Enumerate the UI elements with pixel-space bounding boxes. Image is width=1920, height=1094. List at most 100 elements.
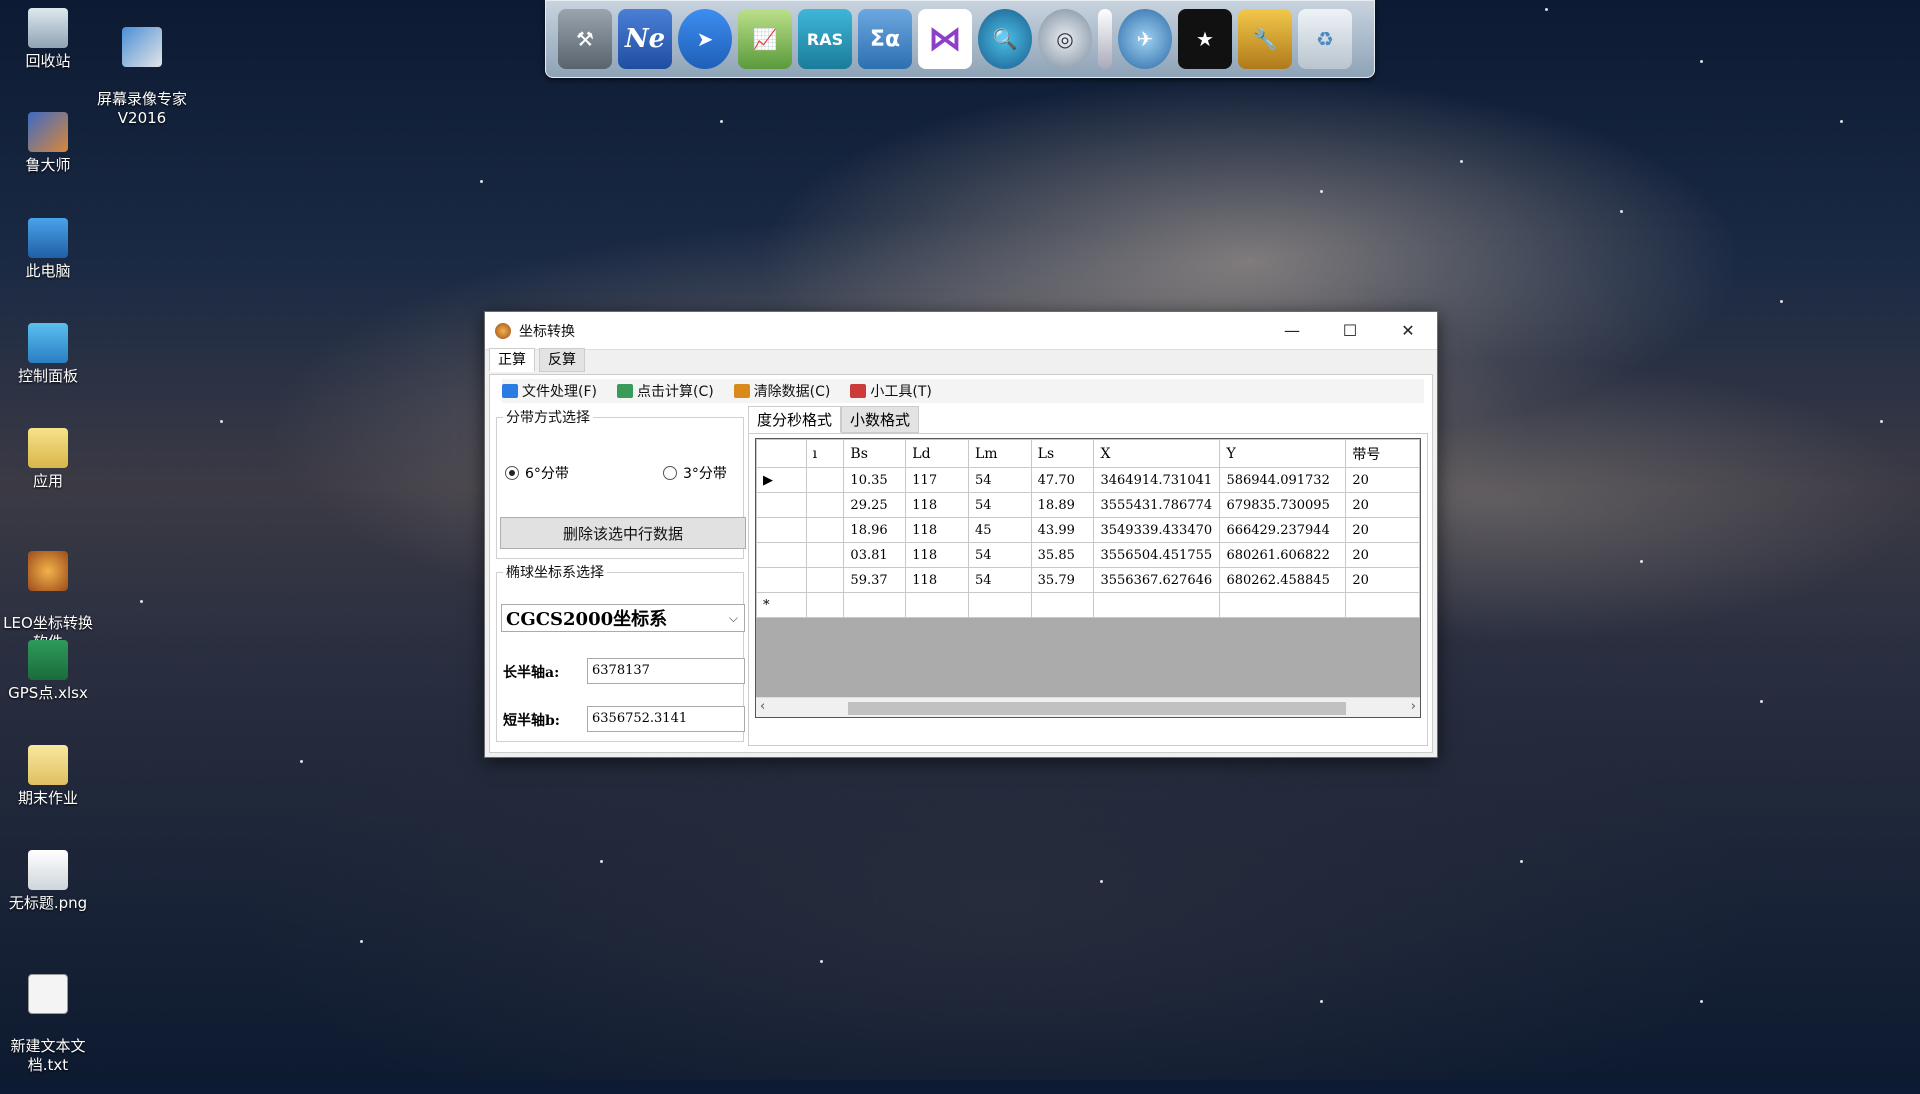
row-header[interactable] [756,517,807,543]
table-cell[interactable] [1093,592,1221,618]
radio-6-degree[interactable]: 6°分带 [505,463,569,483]
table-cell[interactable] [805,467,845,493]
table-cell[interactable]: 680262.458845 [1219,567,1347,593]
desktop-icon-screen-recorder[interactable]: 屏幕录像专家 V2016 [94,8,190,147]
table-cell[interactable]: 3556367.627646 [1093,567,1221,593]
table-cell[interactable] [905,592,969,618]
wrench-icon[interactable]: 🔧 [1238,9,1292,69]
desktop-icon-apps[interactable]: 应用 [0,428,96,491]
delete-selected-row-button[interactable]: 删除该选中行数据 [500,517,746,549]
column-header[interactable]: ı [805,439,845,468]
table-row[interactable]: 59.37 118 54 35.79 3556367.627646 680262… [756,567,1420,593]
desktop-icon-this-pc[interactable]: 此电脑 [0,218,96,281]
table-cell[interactable]: 18.96 [843,517,907,543]
table-cell[interactable] [967,592,1032,618]
desktop-icon-ludashi[interactable]: 鲁大师 [0,112,96,175]
network-icon[interactable]: ✈ [1118,9,1172,69]
tools-icon[interactable]: ⚒ [558,9,612,69]
ras-icon[interactable]: RAS [798,9,852,69]
table-cell[interactable]: 59.37 [843,567,907,593]
table-row[interactable]: 18.96 118 45 43.99 3549339.433470 666429… [756,517,1420,543]
table-cell[interactable] [805,492,845,518]
table-cell[interactable]: 680261.606822 [1219,542,1347,568]
table-cell[interactable] [1345,592,1420,618]
table-cell[interactable]: 43.99 [1030,517,1095,543]
table-cell[interactable]: 586944.091732 [1219,467,1347,493]
table-cell[interactable]: 10.35 [843,467,907,493]
table-cell[interactable]: 20 [1345,467,1420,493]
file-process-button[interactable]: 文件处理(F) [502,381,597,401]
column-header[interactable]: 带号 [1345,439,1420,468]
table-row[interactable]: 29.25 118 54 18.89 3555431.786774 679835… [756,492,1420,518]
table-cell[interactable]: 45 [967,517,1032,543]
ne-icon[interactable]: Ne [618,9,672,69]
table-cell[interactable]: 18.89 [1030,492,1095,518]
radio-3-degree[interactable]: 3°分带 [663,463,727,483]
table-cell[interactable]: 20 [1345,492,1420,518]
table-cell[interactable]: 117 [905,467,969,493]
desktop-icon-gps-xlsx[interactable]: GPS点.xlsx [0,640,96,703]
table-cell[interactable] [1030,592,1095,618]
table-cell[interactable]: 54 [967,542,1032,568]
maximize-button[interactable]: ☐ [1321,312,1379,350]
sigma-icon[interactable]: Σα [858,9,912,69]
table-cell[interactable]: 47.70 [1030,467,1095,493]
table-cell[interactable]: 3556504.451755 [1093,542,1221,568]
semi-major-input[interactable]: 6378137 [587,658,745,684]
table-cell[interactable]: 20 [1345,517,1420,543]
tools-button[interactable]: 小工具(T) [850,381,932,401]
column-header[interactable]: Ld [905,439,969,468]
globe-icon[interactable]: ◎ [1038,9,1092,69]
column-header[interactable]: X [1093,439,1221,468]
tab-dms-format[interactable]: 度分秒格式 [748,406,842,433]
chart-icon[interactable]: 📈 [738,9,792,69]
scrollbar-thumb[interactable] [848,702,1346,715]
table-cell[interactable] [805,592,845,618]
desktop-icon-untitled-png[interactable]: 无标题.png [0,850,96,913]
desktop-icon-new-text[interactable]: 新建文本文 档.txt [0,955,96,1094]
table-cell[interactable]: 118 [905,517,969,543]
table-cell[interactable]: 666429.237944 [1219,517,1347,543]
table-cell[interactable]: 679835.730095 [1219,492,1347,518]
table-cell[interactable] [1219,592,1347,618]
table-cell[interactable]: 54 [967,567,1032,593]
title-bar[interactable]: 坐标转换 — ☐ ✕ [485,312,1437,350]
table-cell[interactable]: 03.81 [843,542,907,568]
desktop-icon-final-homework[interactable]: 期末作业 [0,745,96,808]
table-cell[interactable]: 29.25 [843,492,907,518]
table-cell[interactable]: 118 [905,542,969,568]
visual-studio-icon[interactable]: ⋈ [918,9,972,69]
scroll-left-icon[interactable]: ‹ [760,699,765,714]
clear-data-button[interactable]: 清除数据(C) [733,381,830,401]
table-cell[interactable] [805,542,845,568]
table-cell[interactable]: 35.85 [1030,542,1095,568]
tab-inverse[interactable]: 反算 [539,348,585,372]
minimize-button[interactable]: — [1263,312,1321,350]
column-header[interactable]: Lm [967,439,1032,468]
recycle-icon[interactable]: ♻ [1298,9,1352,69]
calculate-button[interactable]: 点击计算(C) [616,381,714,401]
column-header[interactable]: Ls [1030,439,1095,468]
tab-decimal-format[interactable]: 小数格式 [841,406,920,433]
tab-forward[interactable]: 正算 [489,348,535,372]
magnifier-globe-icon[interactable]: 🔍 [978,9,1032,69]
table-cell[interactable]: 118 [905,492,969,518]
table-cell[interactable]: 118 [905,567,969,593]
table-cell[interactable]: 20 [1345,567,1420,593]
new-row[interactable]: * [756,592,1420,618]
table-row[interactable]: 03.81 118 54 35.85 3556504.451755 680261… [756,542,1420,568]
tshirt-icon[interactable]: ★ [1178,9,1232,69]
table-cell[interactable]: 35.79 [1030,567,1095,593]
table-cell[interactable]: 3555431.786774 [1093,492,1221,518]
table-cell[interactable]: 20 [1345,542,1420,568]
table-cell[interactable]: 3549339.433470 [1093,517,1221,543]
compass-icon[interactable]: ➤ [678,9,732,69]
table-cell[interactable] [805,517,845,543]
desktop-icon-recycle-bin[interactable]: 回收站 [0,8,96,71]
ellipsoid-select[interactable]: CGCS2000坐标系 ⌵ [501,604,745,632]
table-cell[interactable]: 3464914.731041 [1093,467,1221,493]
row-header[interactable] [756,492,807,518]
row-header[interactable] [756,542,807,568]
horizontal-scrollbar[interactable]: ‹ › [756,697,1420,717]
column-header[interactable]: Bs [843,439,907,468]
